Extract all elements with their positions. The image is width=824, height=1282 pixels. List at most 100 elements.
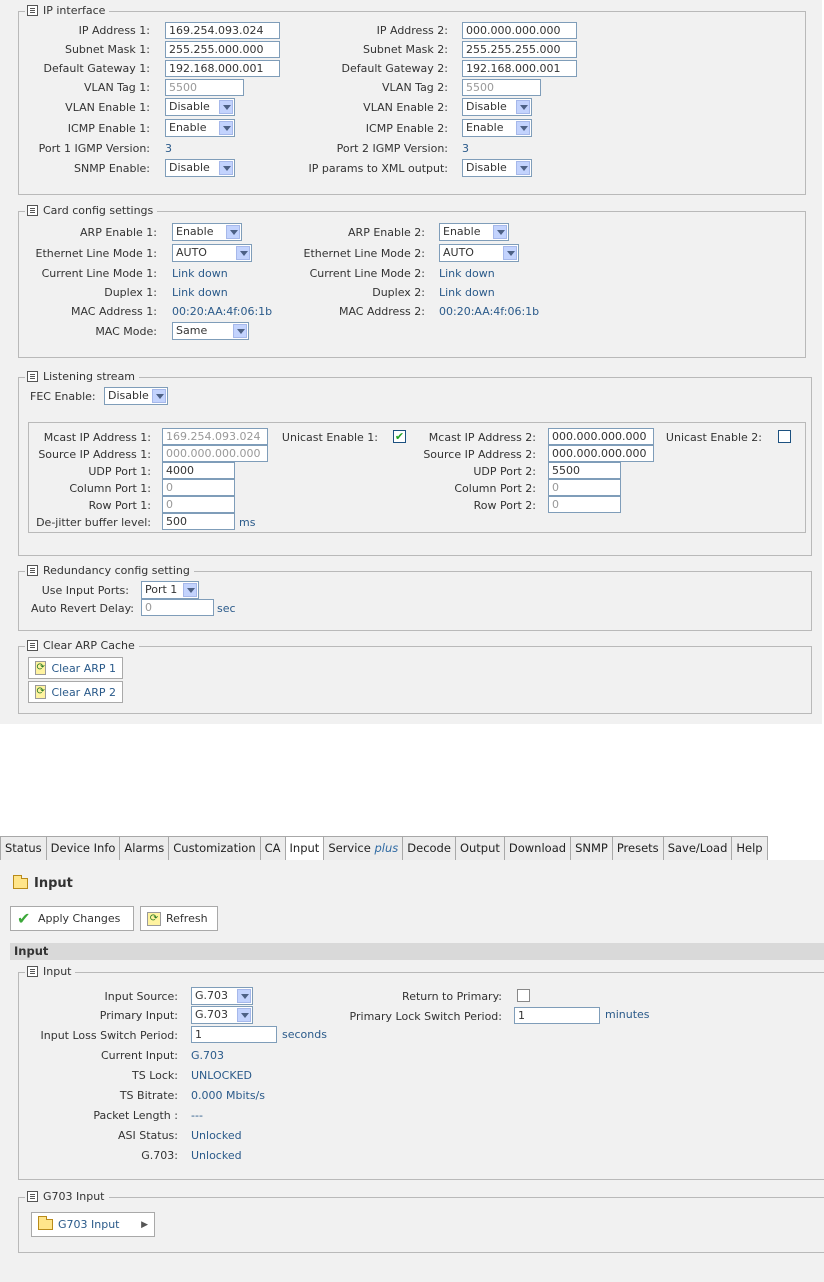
tab-snmp[interactable]: SNMP xyxy=(570,836,613,860)
dejitter-unit: ms xyxy=(239,516,256,529)
icmp-enable-2-label: ICMP Enable 2: xyxy=(365,122,448,135)
gateway-2-input[interactable]: 192.168.000.001 xyxy=(462,60,577,77)
udp-port-1-input[interactable]: 4000 xyxy=(162,462,235,479)
arp-enable-2-select[interactable]: Enable xyxy=(439,223,509,241)
current-input-value: G.703 xyxy=(191,1049,225,1062)
source-ip-1-input[interactable]: 000.000.000.000 xyxy=(162,445,268,462)
fec-enable-select[interactable]: Disable xyxy=(104,387,168,405)
auto-revert-delay-input[interactable]: 0 xyxy=(141,599,214,616)
igmp-version-2-value: 3 xyxy=(462,142,469,155)
tab-ca[interactable]: CA xyxy=(259,836,286,860)
tab-customization[interactable]: Customization xyxy=(168,836,261,860)
arp-enable-1-select[interactable]: Enable xyxy=(172,223,242,241)
vlan-tag-1-input[interactable]: 5500 xyxy=(165,79,244,96)
ip-address-2-input[interactable]: 000.000.000.000 xyxy=(462,22,577,39)
dropdown-arrow-icon xyxy=(516,121,530,135)
udp-port-2-label: UDP Port 2: xyxy=(473,465,536,478)
packet-length-label: Packet Length : xyxy=(93,1109,178,1122)
clear-arp-group: Clear ARP Cache xyxy=(18,639,812,714)
unicast-enable-2-checkbox[interactable] xyxy=(778,430,791,443)
gateway-1-label: Default Gateway 1: xyxy=(43,62,150,75)
packet-length-value: --- xyxy=(191,1109,203,1122)
unicast-enable-1-label: Unicast Enable 1: xyxy=(281,431,378,444)
tab-alarms[interactable]: Alarms xyxy=(119,836,170,860)
tab-save-load[interactable]: Save/Load xyxy=(662,836,733,860)
clear-arp-2-button[interactable]: ⟳ Clear ARP 2 xyxy=(28,681,123,703)
vlan-enable-2-label: VLAN Enable 2: xyxy=(363,101,448,114)
fec-enable-label: FEC Enable: xyxy=(30,390,96,403)
source-ip-1-label: Source IP Address 1: xyxy=(38,448,151,461)
collapse-icon[interactable] xyxy=(27,966,38,977)
duplex-1-label: Duplex 1: xyxy=(104,286,157,299)
tab-decode[interactable]: Decode xyxy=(402,836,456,860)
collapse-icon[interactable] xyxy=(27,205,38,216)
mac-mode-select[interactable]: Same xyxy=(172,322,249,340)
tab-help[interactable]: Help xyxy=(731,836,768,860)
apply-changes-button[interactable]: ✔ Apply Changes xyxy=(10,906,134,931)
gateway-1-input[interactable]: 192.168.000.001 xyxy=(165,60,280,77)
eth-line-mode-1-select[interactable]: AUTO xyxy=(172,244,252,262)
loss-switch-unit: seconds xyxy=(282,1028,327,1041)
row-port-2-input[interactable]: 0 xyxy=(548,496,621,513)
return-to-primary-checkbox[interactable] xyxy=(517,989,530,1002)
ip-address-1-input[interactable]: 169.254.093.024 xyxy=(165,22,280,39)
g703-status-label: G.703: xyxy=(141,1149,178,1162)
vlan-tag-2-input[interactable]: 5500 xyxy=(462,79,541,96)
eth-line-mode-2-select[interactable]: AUTO xyxy=(439,244,519,262)
tab-device-info[interactable]: Device Info xyxy=(45,836,121,860)
column-port-2-input[interactable]: 0 xyxy=(548,479,621,496)
tab-service-plus[interactable]: Service plus xyxy=(323,836,404,860)
dropdown-arrow-icon xyxy=(233,324,247,338)
collapse-icon[interactable] xyxy=(27,565,38,576)
subnet-mask-2-input[interactable]: 255.255.255.000 xyxy=(462,41,577,58)
loss-switch-input[interactable]: 1 xyxy=(191,1026,277,1043)
xml-output-select[interactable]: Disable xyxy=(462,159,532,177)
section-header: Input xyxy=(10,943,824,960)
mcast-ip-1-input[interactable]: 169.254.093.024 xyxy=(162,428,268,445)
input-source-select[interactable]: G.703 xyxy=(191,987,253,1005)
row-port-1-input[interactable]: 0 xyxy=(162,496,235,513)
icmp-enable-1-select[interactable]: Enable xyxy=(165,119,235,137)
folder-icon xyxy=(13,875,28,889)
tab-input[interactable]: Input xyxy=(284,836,325,860)
icmp-enable-1-label: ICMP Enable 1: xyxy=(67,122,150,135)
tab-status[interactable]: Status xyxy=(0,836,47,860)
tab-download[interactable]: Download xyxy=(503,836,572,860)
dropdown-arrow-icon xyxy=(219,121,233,135)
mcast-ip-2-input[interactable]: 000.000.000.000 xyxy=(548,428,654,445)
udp-port-1-label: UDP Port 1: xyxy=(88,465,151,478)
asi-status-value: Unlocked xyxy=(191,1129,242,1142)
source-ip-2-input[interactable]: 000.000.000.000 xyxy=(548,445,654,462)
duplex-1-value: Link down xyxy=(172,286,228,299)
duplex-2-value: Link down xyxy=(439,286,495,299)
primary-input-select[interactable]: G.703 xyxy=(191,1006,253,1024)
dropdown-arrow-icon xyxy=(493,225,507,239)
use-input-ports-select[interactable]: Port 1 xyxy=(141,581,199,599)
primary-lock-input[interactable]: 1 xyxy=(514,1007,600,1024)
icmp-enable-2-select[interactable]: Enable xyxy=(462,119,532,137)
udp-port-2-input[interactable]: 5500 xyxy=(548,462,621,479)
snmp-enable-select[interactable]: Disable xyxy=(165,159,235,177)
source-ip-2-label: Source IP Address 2: xyxy=(423,448,536,461)
tab-output[interactable]: Output xyxy=(454,836,505,860)
refresh-icon: ⟳ xyxy=(35,661,47,675)
clear-arp-1-button[interactable]: ⟳ Clear ARP 1 xyxy=(28,657,123,679)
subnet-mask-1-input[interactable]: 255.255.000.000 xyxy=(165,41,280,58)
redundancy-group: Redundancy config setting xyxy=(18,564,812,631)
dejitter-input[interactable]: 500 xyxy=(162,513,235,530)
tab-presets[interactable]: Presets xyxy=(611,836,664,860)
collapse-icon[interactable] xyxy=(27,5,38,16)
collapse-icon[interactable] xyxy=(27,1191,38,1202)
vlan-enable-1-select[interactable]: Disable xyxy=(165,98,235,116)
xml-output-label: IP params to XML output: xyxy=(308,162,448,175)
g703-input-button[interactable]: G703 Input ▶ xyxy=(31,1212,155,1237)
refresh-button[interactable]: ⟳ Refresh xyxy=(140,906,218,931)
vlan-enable-2-select[interactable]: Disable xyxy=(462,98,532,116)
column-port-1-input[interactable]: 0 xyxy=(162,479,235,496)
g703-input-legend: G703 Input xyxy=(25,1190,109,1203)
current-line-mode-2-value: Link down xyxy=(439,267,495,280)
unicast-enable-1-checkbox[interactable]: ✔ xyxy=(393,430,406,443)
collapse-icon[interactable] xyxy=(27,640,38,651)
primary-input-label: Primary Input: xyxy=(99,1009,178,1022)
collapse-icon[interactable] xyxy=(27,371,38,382)
